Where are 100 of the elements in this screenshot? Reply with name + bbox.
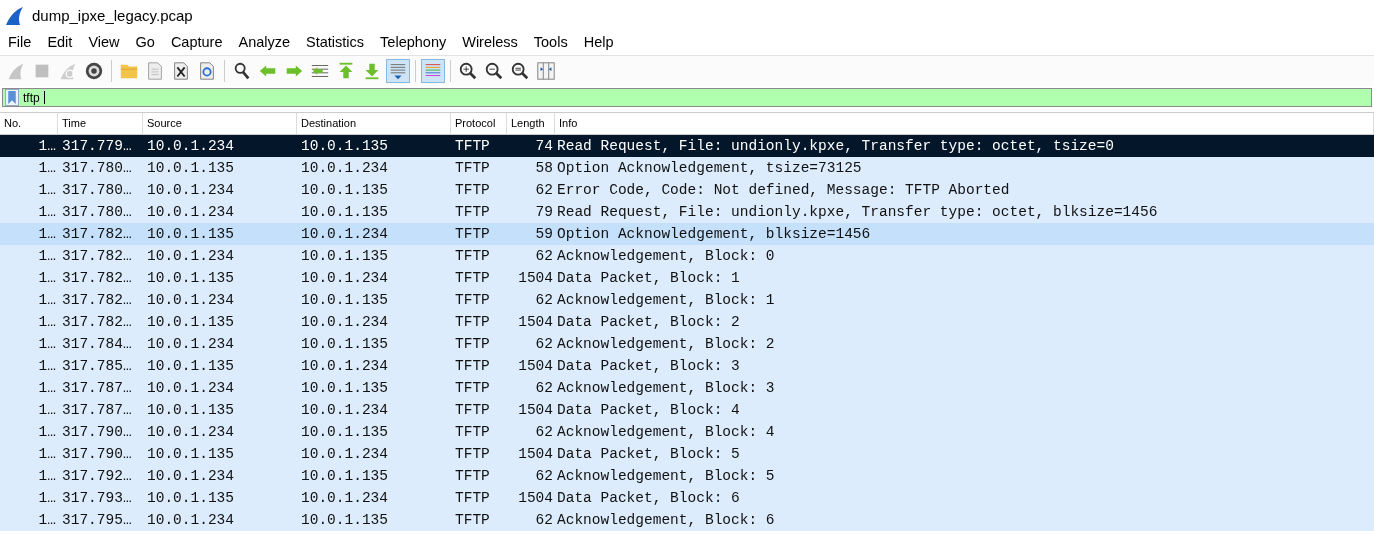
menu-item[interactable]: View bbox=[88, 34, 120, 50]
table-cell-text: 317.782… bbox=[61, 270, 133, 286]
bookmark-icon[interactable] bbox=[5, 89, 19, 106]
table-cell-text: TFTP bbox=[454, 468, 491, 484]
packet-row[interactable]: 1… 317.782… 10.0.1.234 10.0.1.135 TFTP 62 Acknowledgement, Block: 0 bbox=[0, 245, 1374, 267]
column-header[interactable]: Length bbox=[507, 113, 555, 134]
column-header[interactable]: Protocol bbox=[451, 113, 507, 134]
table-cell-text: 1… bbox=[37, 314, 57, 330]
table-cell-text: 1… bbox=[37, 446, 57, 462]
table-cell-text: TFTP bbox=[454, 490, 491, 506]
table-cell-text: 10.0.1.135 bbox=[300, 248, 389, 264]
packet-row[interactable]: 1… 317.780… 10.0.1.234 10.0.1.135 TFTP 79 Read Request, File: undionly.kpxe, Transfer type: octet, blksize=1456 bbox=[0, 201, 1374, 223]
table-cell-text: 10.0.1.234 bbox=[146, 512, 235, 528]
table-cell-text: 10.0.1.234 bbox=[146, 138, 235, 154]
table-cell-text: TFTP bbox=[454, 314, 491, 330]
menu-item[interactable]: Go bbox=[135, 34, 155, 50]
table-cell-text: 10.0.1.135 bbox=[300, 292, 389, 308]
table-cell-text: 62 bbox=[534, 336, 554, 352]
colorize-button[interactable] bbox=[421, 59, 445, 83]
packet-row[interactable]: 1… 317.785… 10.0.1.135 10.0.1.234 TFTP 1504 Data Packet, Block: 3 bbox=[0, 355, 1374, 377]
menu-item[interactable]: Help bbox=[583, 34, 614, 50]
packet-row[interactable]: 1… 317.780… 10.0.1.234 10.0.1.135 TFTP 62 Error Code, Code: Not defined, Message: TFTP Aborted bbox=[0, 179, 1374, 201]
table-cell-text: Error Code, Code: Not defined, Message: TFTP Aborted bbox=[556, 182, 1011, 198]
packet-row[interactable]: 1… 317.795… 10.0.1.234 10.0.1.135 TFTP 62 Acknowledgement, Block: 6 bbox=[0, 509, 1374, 531]
packet-row[interactable]: 1… 317.780… 10.0.1.135 10.0.1.234 TFTP 58 Option Acknowledgement, tsize=73125 bbox=[0, 157, 1374, 179]
packet-row[interactable]: 1… 317.782… 10.0.1.135 10.0.1.234 TFTP 1504 Data Packet, Block: 2 bbox=[0, 311, 1374, 333]
table-cell-text: Acknowledgement, Block: 3 bbox=[556, 380, 776, 396]
table-cell-text: 1… bbox=[37, 468, 57, 484]
packet-row[interactable]: 1… 317.787… 10.0.1.234 10.0.1.135 TFTP 62 Acknowledgement, Block: 3 bbox=[0, 377, 1374, 399]
packet-row[interactable]: 1… 317.787… 10.0.1.135 10.0.1.234 TFTP 1504 Data Packet, Block: 4 bbox=[0, 399, 1374, 421]
table-cell-text: 317.782… bbox=[61, 314, 133, 330]
table-cell-text: 1504 bbox=[517, 402, 554, 418]
table-cell-text: 1504 bbox=[517, 270, 554, 286]
menu-item[interactable]: File bbox=[8, 34, 32, 50]
table-cell-text: 10.0.1.135 bbox=[300, 380, 389, 396]
menu-item[interactable]: Telephony bbox=[380, 34, 447, 50]
table-cell-text: 317.782… bbox=[61, 226, 133, 242]
table-cell-text: 10.0.1.135 bbox=[146, 490, 235, 506]
table-cell-text: 10.0.1.234 bbox=[146, 248, 235, 264]
packet-row[interactable]: 1… 317.790… 10.0.1.135 10.0.1.234 TFTP 1504 Data Packet, Block: 5 bbox=[0, 443, 1374, 465]
menu-item[interactable]: Analyze bbox=[238, 34, 291, 50]
packet-row[interactable]: 1… 317.782… 10.0.1.234 10.0.1.135 TFTP 62 Acknowledgement, Block: 1 bbox=[0, 289, 1374, 311]
table-cell-text: 10.0.1.234 bbox=[300, 270, 389, 286]
table-cell-text: Data Packet, Block: 1 bbox=[556, 270, 741, 286]
packet-row[interactable]: 1… 317.784… 10.0.1.234 10.0.1.135 TFTP 62 Acknowledgement, Block: 2 bbox=[0, 333, 1374, 355]
zoom-reset-icon bbox=[510, 61, 530, 81]
autoscroll-icon bbox=[388, 61, 408, 81]
column-header[interactable]: Destination bbox=[297, 113, 451, 134]
table-cell-text: 1… bbox=[37, 160, 57, 176]
packet-row[interactable]: 1… 317.782… 10.0.1.135 10.0.1.234 TFTP 1504 Data Packet, Block: 1 bbox=[0, 267, 1374, 289]
table-cell-text: TFTP bbox=[454, 270, 491, 286]
table-cell-text: 317.792… bbox=[61, 468, 133, 484]
search-icon bbox=[232, 61, 252, 81]
menu-item[interactable]: Capture bbox=[170, 34, 223, 50]
table-cell-text: 317.787… bbox=[61, 402, 133, 418]
table-cell-text: 58 bbox=[534, 160, 554, 176]
filter-field[interactable]: tftp bbox=[2, 88, 1372, 107]
packet-row[interactable]: 1… 317.790… 10.0.1.234 10.0.1.135 TFTP 62 Acknowledgement, Block: 4 bbox=[0, 421, 1374, 443]
shark-fin-icon bbox=[4, 5, 24, 26]
packet-row[interactable]: 1… 317.792… 10.0.1.234 10.0.1.135 TFTP 62 Acknowledgement, Block: 5 bbox=[0, 465, 1374, 487]
menu-item[interactable]: Wireless bbox=[462, 34, 518, 50]
menu-item[interactable]: Edit bbox=[47, 34, 73, 50]
document-icon bbox=[145, 61, 165, 81]
table-cell-text: 1… bbox=[37, 248, 57, 264]
table-cell-text: 10.0.1.135 bbox=[300, 138, 389, 154]
table-cell-text: 1… bbox=[37, 182, 57, 198]
table-cell-text: 62 bbox=[534, 380, 554, 396]
table-cell-text: TFTP bbox=[454, 204, 491, 220]
table-cell-text: 62 bbox=[534, 248, 554, 264]
table-cell-text: 10.0.1.234 bbox=[146, 424, 235, 440]
table-cell-text: 317.790… bbox=[61, 446, 133, 462]
table-cell-text: 62 bbox=[534, 292, 554, 308]
table-cell-text: 10.0.1.234 bbox=[146, 380, 235, 396]
table-cell-text: 10.0.1.135 bbox=[300, 204, 389, 220]
menu-item[interactable]: Tools bbox=[533, 34, 568, 50]
table-cell-text: Data Packet, Block: 3 bbox=[556, 358, 741, 374]
table-cell-text: 10.0.1.135 bbox=[146, 314, 235, 330]
table-cell-text: Acknowledgement, Block: 4 bbox=[556, 424, 776, 440]
restart-icon bbox=[58, 61, 78, 81]
table-cell-text: TFTP bbox=[454, 248, 491, 264]
packet-row[interactable]: 1… 317.779… 10.0.1.234 10.0.1.135 TFTP 74 Read Request, File: undionly.kpxe, Transfer type: octet, tsize=0 bbox=[0, 135, 1374, 157]
table-cell-text: 317.793… bbox=[61, 490, 133, 506]
table-cell-text: 10.0.1.234 bbox=[146, 292, 235, 308]
table-cell-text: 10.0.1.234 bbox=[300, 160, 389, 176]
packet-row[interactable]: 1… 317.793… 10.0.1.135 10.0.1.234 TFTP 1504 Data Packet, Block: 6 bbox=[0, 487, 1374, 509]
table-cell-text: Acknowledgement, Block: 0 bbox=[556, 248, 776, 264]
column-header[interactable]: Source bbox=[143, 113, 297, 134]
table-cell-text: Acknowledgement, Block: 6 bbox=[556, 512, 776, 528]
column-header[interactable]: Info bbox=[555, 113, 1374, 134]
table-cell-text: TFTP bbox=[454, 292, 491, 308]
autoscroll-button[interactable] bbox=[386, 59, 410, 83]
column-header[interactable]: Time bbox=[58, 113, 143, 134]
table-cell-text: 10.0.1.135 bbox=[300, 424, 389, 440]
table-cell-text: Option Acknowledgement, tsize=73125 bbox=[556, 160, 863, 176]
table-cell-text: 10.0.1.135 bbox=[300, 512, 389, 528]
packet-row[interactable]: 1… 317.782… 10.0.1.135 10.0.1.234 TFTP 59 Option Acknowledgement, blksize=1456 bbox=[0, 223, 1374, 245]
zoom-in-icon bbox=[458, 61, 478, 81]
column-header[interactable]: No. bbox=[0, 113, 58, 134]
table-cell-text: 1504 bbox=[517, 358, 554, 374]
menu-item[interactable]: Statistics bbox=[306, 34, 365, 50]
